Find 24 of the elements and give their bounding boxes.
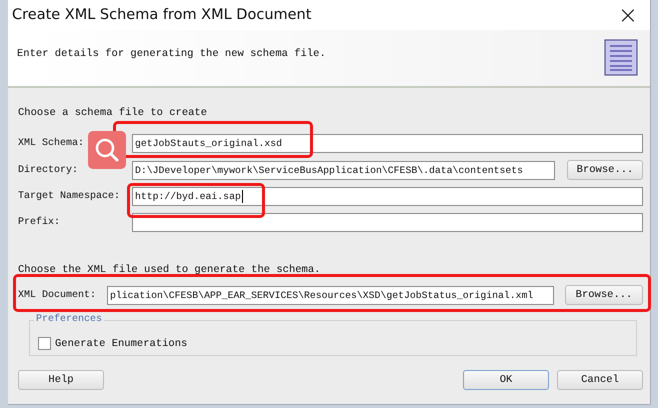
ok-button[interactable]: OK [463, 370, 549, 390]
cancel-button[interactable]: Cancel [557, 370, 643, 390]
section-heading: Choose the XML file used to generate the schema. [18, 264, 322, 276]
field-label: XML Document: [18, 290, 98, 300]
input-field[interactable] [132, 213, 643, 232]
input-field[interactable]: http://byd.eai.sap [132, 187, 643, 206]
magnifier-icon [88, 131, 126, 169]
section-heading: Choose a schema file to create [18, 107, 208, 119]
input-field[interactable]: D:\JDeveloper\mywork\ServiceBusApplication\CFESB\.data\contentsets [132, 160, 555, 180]
field-label: Prefix: [18, 217, 62, 228]
header-description: Enter details for generating the new schema file. [17, 48, 326, 60]
field-label: Target Namespace: [18, 191, 122, 202]
input-field[interactable]: getJobStauts_original.xsd [132, 134, 643, 153]
help-button[interactable]: Help [18, 370, 104, 390]
input-field[interactable]: plication\CFESB\APP_EAR_SERVICES\Resources\XSD\getJobStatus_original.xml [107, 286, 554, 304]
close-button[interactable]: × [614, 3, 642, 27]
browse-button[interactable]: Browse... [567, 160, 643, 180]
browse-button[interactable]: Browse... [565, 285, 643, 305]
document-lines-icon [604, 39, 640, 77]
checkbox-label: Generate Enumerations [55, 338, 188, 350]
field-label: XML Schema: [18, 138, 86, 149]
field-label: Directory: [18, 164, 80, 176]
window-title: Create XML Schema from XML Document [12, 7, 312, 23]
checkbox[interactable] [38, 337, 51, 350]
